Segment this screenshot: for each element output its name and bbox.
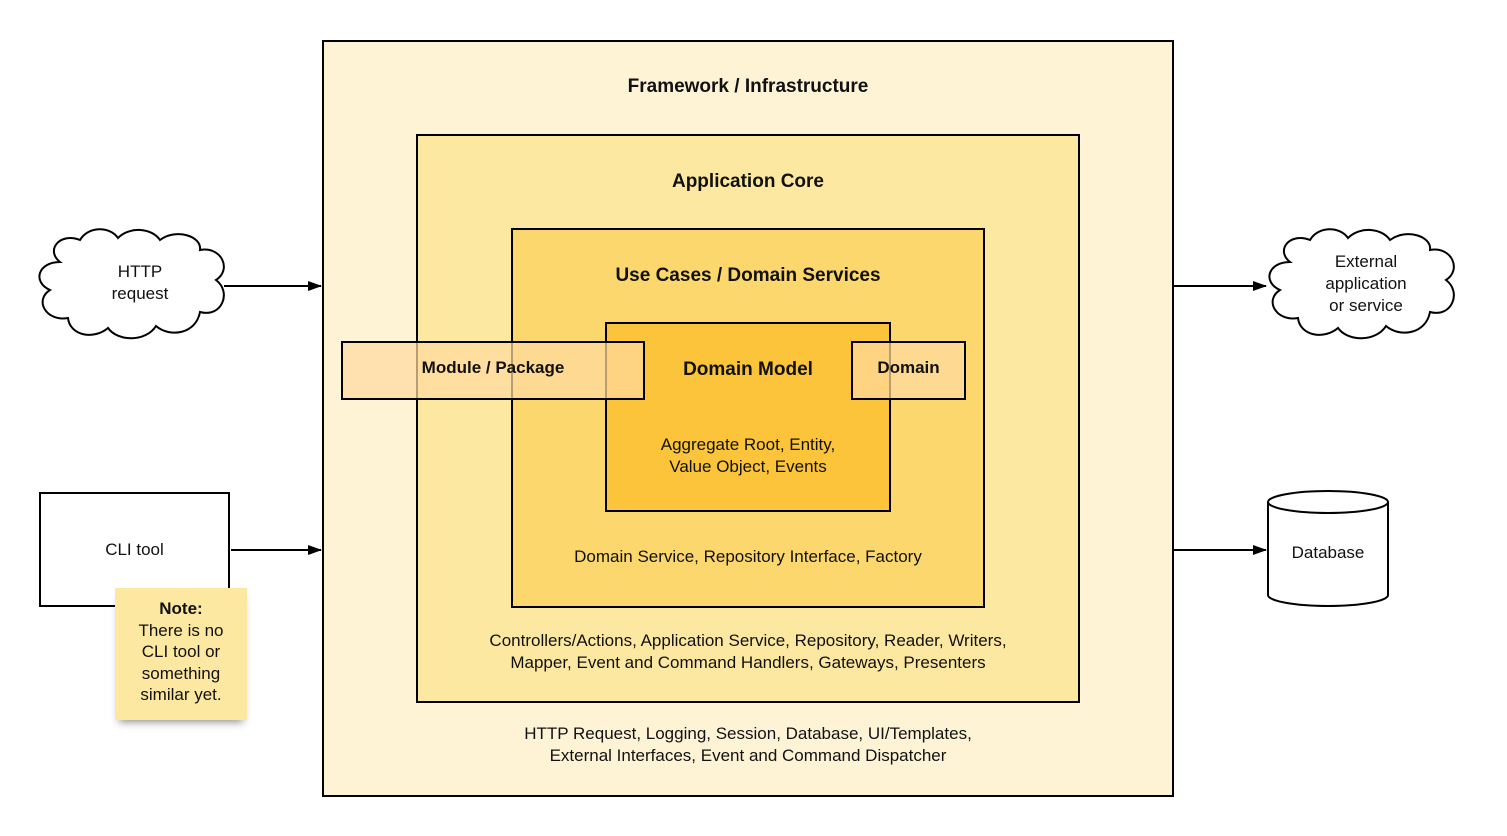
external-service-label: External application or service bbox=[1325, 252, 1407, 315]
note-body: There is no CLI tool or something simila… bbox=[138, 620, 224, 705]
note-heading: Note: bbox=[159, 599, 203, 618]
cli-tool-label: CLI tool bbox=[105, 540, 164, 559]
sticky-note: Note: There is no CLI tool or something … bbox=[115, 588, 247, 720]
database-label: Database bbox=[1291, 543, 1365, 562]
http-request-label: HTTP request bbox=[111, 262, 169, 303]
